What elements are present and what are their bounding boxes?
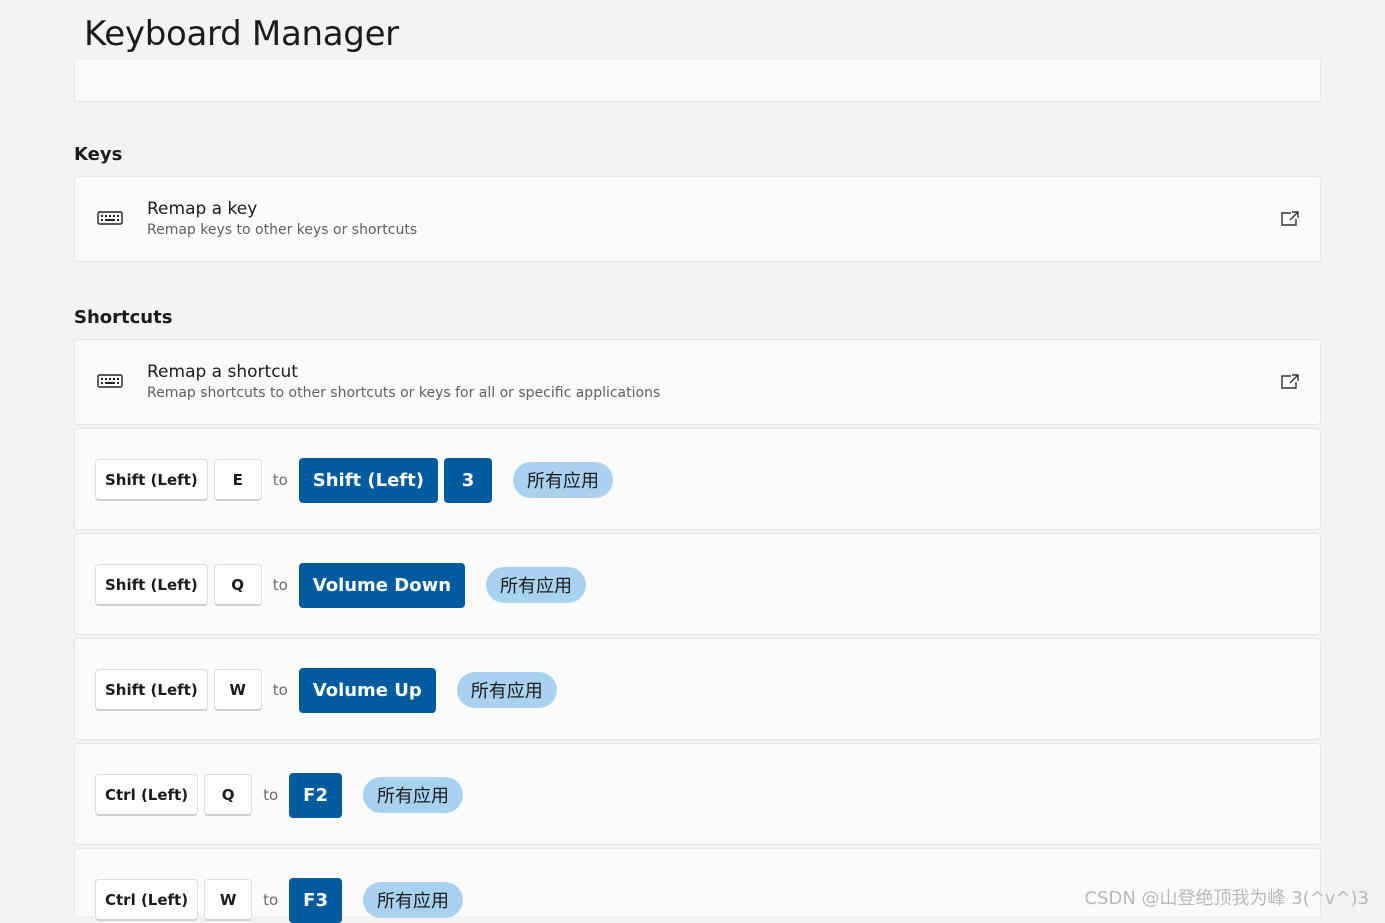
source-key: Ctrl (Left): [95, 879, 199, 921]
target-key: Shift (Left): [298, 457, 438, 503]
target-key: Volume Down: [298, 562, 466, 608]
target-app-badge: 所有应用: [512, 462, 613, 498]
source-key: Q: [213, 564, 262, 606]
source-key: W: [213, 669, 262, 711]
watermark: CSDN @山登绝顶我为峰 3(^v^)3: [1084, 888, 1369, 909]
source-key: Shift (Left): [95, 669, 208, 711]
to-label: to: [272, 681, 288, 699]
open-external-icon[interactable]: [1280, 373, 1300, 391]
open-external-icon[interactable]: [1280, 210, 1300, 228]
keyboard-icon: [97, 374, 123, 388]
to-label: to: [272, 471, 288, 489]
to-label: to: [263, 786, 279, 804]
shortcut-mapping-row[interactable]: Ctrl (Left) Q to F2 所有应用: [74, 743, 1321, 845]
source-key: Q: [204, 774, 253, 816]
shortcuts-section-title: Shortcuts: [74, 307, 173, 328]
target-key: 3: [443, 457, 492, 503]
source-key: W: [204, 879, 253, 921]
to-label: to: [272, 576, 288, 594]
keys-section-title: Keys: [74, 144, 123, 165]
shortcut-mapping-row[interactable]: Shift (Left) E to Shift (Left) 3 所有应用: [74, 428, 1321, 530]
remap-shortcut-title: Remap a shortcut: [147, 362, 298, 382]
remap-key-card[interactable]: Remap a key Remap keys to other keys or …: [74, 176, 1321, 262]
target-app-badge: 所有应用: [362, 777, 463, 813]
source-key: Shift (Left): [95, 459, 208, 501]
page-title: Keyboard Manager: [84, 14, 399, 54]
remap-key-title: Remap a key: [147, 199, 258, 219]
target-key: Volume Up: [298, 667, 436, 713]
target-app-badge: 所有应用: [362, 882, 463, 918]
target-app-badge: 所有应用: [486, 567, 587, 603]
previous-settings-card: [74, 60, 1321, 102]
source-key: Shift (Left): [95, 564, 208, 606]
shortcut-mapping-row[interactable]: Shift (Left) Q to Volume Down 所有应用: [74, 533, 1321, 635]
target-key: F2: [289, 772, 342, 818]
remap-key-description: Remap keys to other keys or shortcuts: [147, 222, 418, 238]
source-key: E: [213, 459, 262, 501]
target-app-badge: 所有应用: [456, 672, 557, 708]
keyboard-icon: [97, 211, 123, 225]
remap-shortcut-description: Remap shortcuts to other shortcuts or ke…: [147, 385, 661, 401]
shortcut-mapping-row[interactable]: Shift (Left) W to Volume Up 所有应用: [74, 638, 1321, 740]
remap-shortcut-card[interactable]: Remap a shortcut Remap shortcuts to othe…: [74, 339, 1321, 425]
source-key: Ctrl (Left): [95, 774, 199, 816]
to-label: to: [263, 891, 279, 909]
